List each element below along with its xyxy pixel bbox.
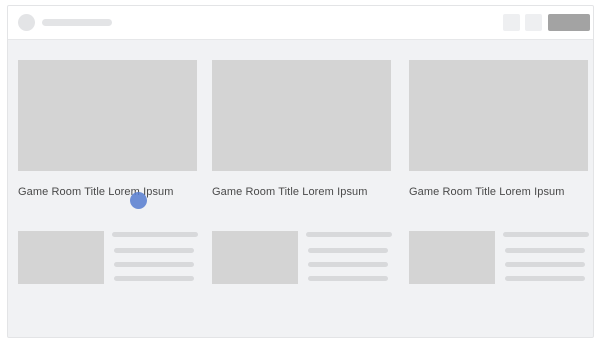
toolbar-icon-2[interactable] <box>525 14 542 31</box>
toolbar-icon-1[interactable] <box>503 14 520 31</box>
game-room-card-3[interactable]: Game Room Title Lorem Ipsum <box>409 60 588 198</box>
avatar[interactable] <box>18 14 35 31</box>
cursor-indicator <box>130 192 147 209</box>
list-item-thumbnail[interactable] <box>212 231 298 284</box>
skeleton-line <box>112 232 198 237</box>
skeleton-line <box>114 262 194 267</box>
skeleton-line <box>114 276 194 281</box>
action-button[interactable] <box>548 14 590 31</box>
skeleton-line <box>505 248 585 253</box>
skeleton-line <box>306 232 392 237</box>
game-room-card-1[interactable]: Game Room Title Lorem Ipsum <box>18 60 197 198</box>
game-room-thumbnail[interactable] <box>212 60 391 171</box>
skeleton-line <box>308 248 388 253</box>
app-window: Game Room Title Lorem Ipsum Game Room Ti… <box>7 5 594 338</box>
skeleton-line <box>308 276 388 281</box>
title-placeholder <box>42 19 112 26</box>
skeleton-line <box>503 232 589 237</box>
game-room-title[interactable]: Game Room Title Lorem Ipsum <box>212 186 368 198</box>
skeleton-line <box>308 262 388 267</box>
list-item-3[interactable] <box>409 231 591 285</box>
list-item-2[interactable] <box>212 231 394 285</box>
game-room-title[interactable]: Game Room Title Lorem Ipsum <box>409 186 565 198</box>
skeleton-line <box>114 248 194 253</box>
skeleton-line <box>505 262 585 267</box>
game-room-thumbnail[interactable] <box>18 60 197 171</box>
list-item-thumbnail[interactable] <box>18 231 104 284</box>
list-item-thumbnail[interactable] <box>409 231 495 284</box>
list-item-1[interactable] <box>18 231 200 285</box>
game-room-card-2[interactable]: Game Room Title Lorem Ipsum <box>212 60 391 198</box>
top-bar <box>8 6 593 40</box>
game-room-title[interactable]: Game Room Title Lorem Ipsum <box>18 186 174 198</box>
game-room-thumbnail[interactable] <box>409 60 588 171</box>
skeleton-line <box>505 276 585 281</box>
